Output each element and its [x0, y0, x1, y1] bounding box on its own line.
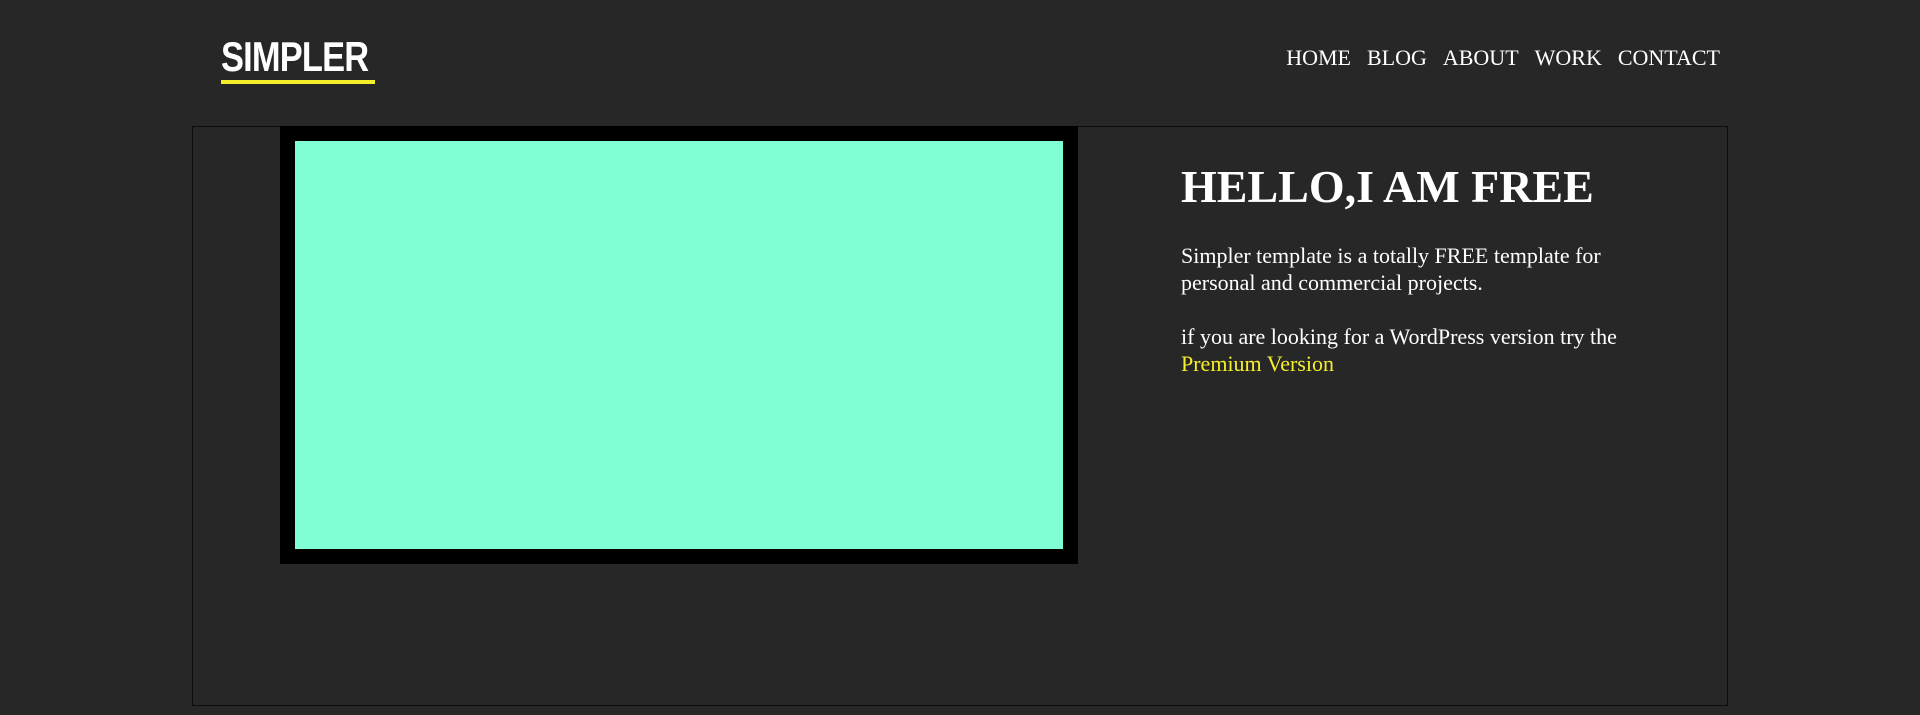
hero-media-placeholder: [295, 141, 1063, 549]
logo[interactable]: SIMPLER: [221, 33, 401, 85]
hero-media-frame: [280, 126, 1078, 564]
site-header: SIMPLER HOME BLOG ABOUT WORK CONTACT: [0, 0, 1920, 126]
nav-contact[interactable]: CONTACT: [1618, 44, 1720, 72]
nav-home[interactable]: HOME: [1286, 44, 1351, 72]
hero-wordpress-note: if you are looking for a WordPress versi…: [1181, 323, 1661, 377]
premium-version-link[interactable]: Premium Version: [1181, 351, 1334, 376]
hero-description-text: Simpler template is a totally FREE templ…: [1181, 243, 1601, 295]
nav-about[interactable]: ABOUT: [1443, 44, 1519, 72]
hero-description: Simpler template is a totally FREE templ…: [1181, 242, 1661, 296]
hero-wordpress-text: if you are looking for a WordPress versi…: [1181, 324, 1617, 349]
nav-blog[interactable]: BLOG: [1367, 44, 1427, 72]
hero-title: HELLO,I AM FREE: [1181, 161, 1594, 212]
hero-section: HELLO,I AM FREE Simpler template is a to…: [1181, 160, 1661, 377]
logo-text: SIMPLER: [221, 33, 369, 80]
nav-work[interactable]: WORK: [1535, 44, 1602, 72]
main-nav: HOME BLOG ABOUT WORK CONTACT: [1286, 44, 1720, 72]
logo-underline: [221, 80, 375, 84]
